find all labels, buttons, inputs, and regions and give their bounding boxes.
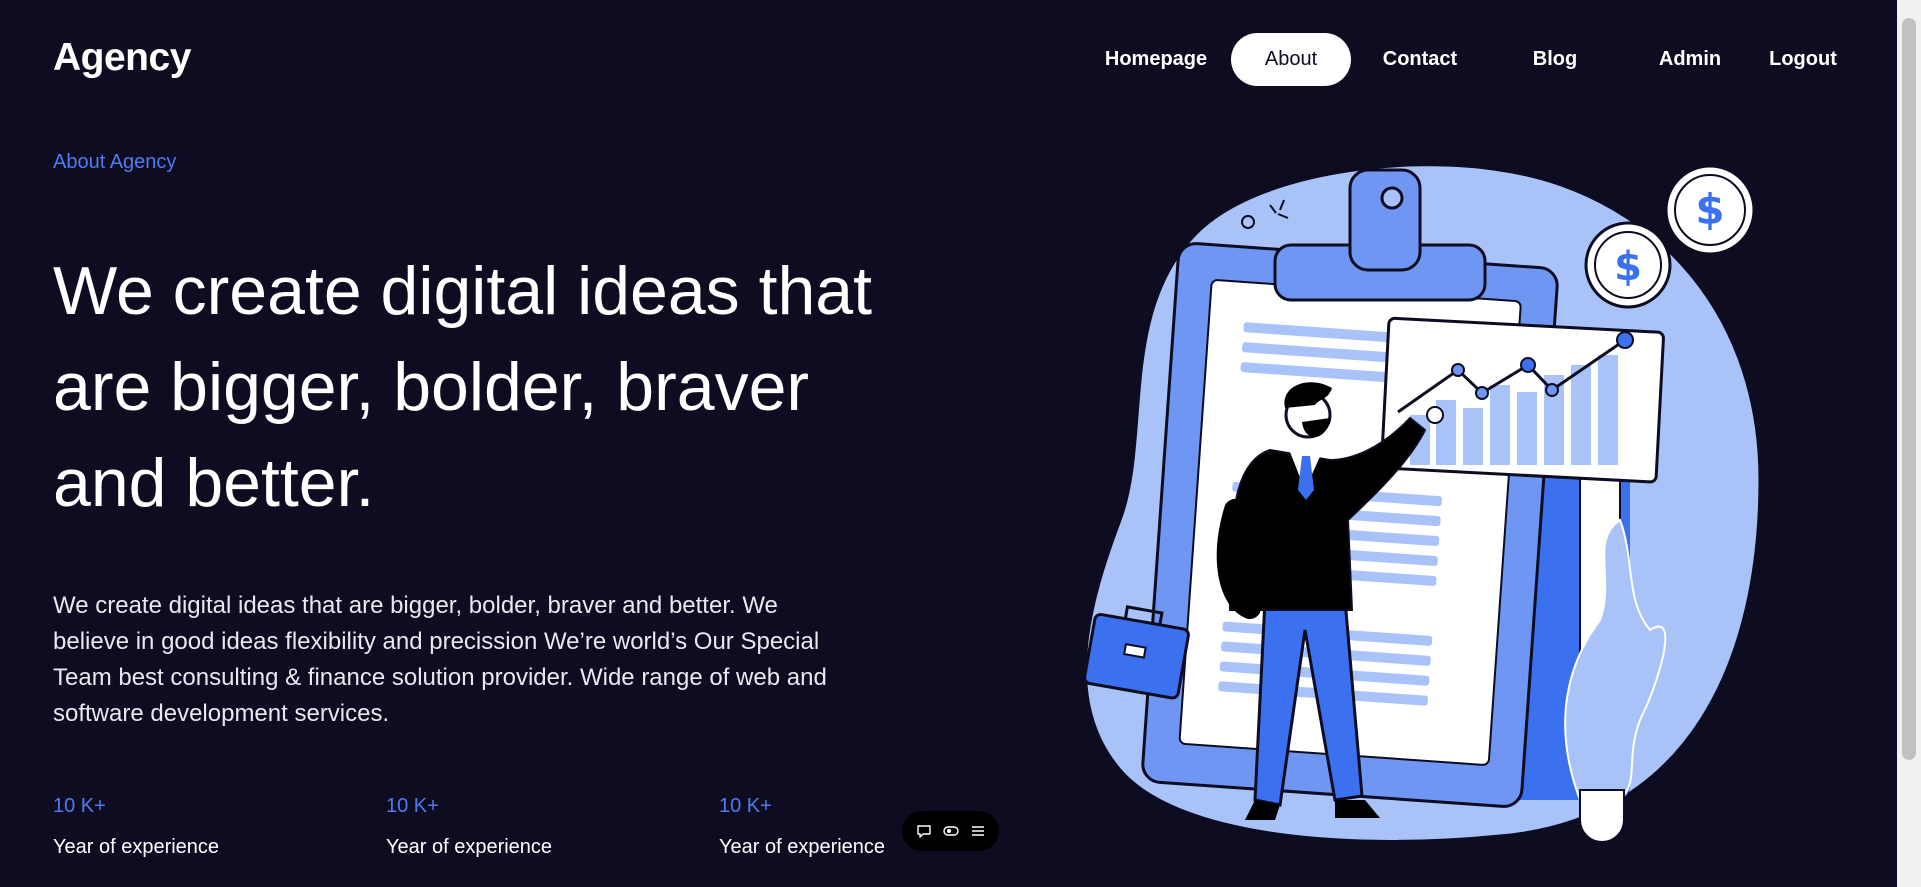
headline-line: and better. <box>53 445 375 521</box>
nav-contact[interactable]: Contact <box>1376 33 1464 86</box>
dollar-icon: $ <box>1695 185 1724 234</box>
headline-line: are bigger, bolder, braver <box>53 349 810 425</box>
nav-blog[interactable]: Blog <box>1520 33 1590 86</box>
nav-about[interactable]: About <box>1231 33 1351 86</box>
hero-description: We create digital ideas that are bigger,… <box>53 588 883 732</box>
dollar-icon: $ <box>1614 244 1642 290</box>
stat-label: Year of experience <box>386 836 553 858</box>
scrollbar-thumb[interactable] <box>1902 18 1916 760</box>
eye-toggle-icon[interactable] <box>940 820 962 842</box>
nav-homepage[interactable]: Homepage <box>1100 33 1212 86</box>
stat-item: 10 K+ Year of experience <box>53 795 373 859</box>
floating-toolbar <box>902 811 999 851</box>
agency-logo[interactable]: Agency <box>53 36 191 80</box>
stat-value: 10 K+ <box>53 795 106 817</box>
clipboard-clip-hole <box>1380 186 1404 210</box>
section-eyebrow: About Agency <box>53 151 177 173</box>
hero-headline: We create digital ideas that are bigger,… <box>53 243 933 531</box>
page-scrollbar[interactable] <box>1897 0 1921 887</box>
description-line: We create digital ideas that are bigger,… <box>53 592 778 619</box>
plant-pot <box>1579 789 1625 843</box>
stat-value: 10 K+ <box>386 795 439 817</box>
description-line: believe in good ideas flexibility and pr… <box>53 628 820 655</box>
description-line: software development services. <box>53 700 390 727</box>
clipboard-clip-top <box>1348 168 1422 272</box>
menu-icon[interactable] <box>967 820 989 842</box>
hero-illustration: $ $ <box>1083 163 1762 843</box>
comment-icon[interactable] <box>913 820 935 842</box>
nav-logout[interactable]: Logout <box>1767 33 1839 86</box>
nav-admin[interactable]: Admin <box>1650 33 1730 86</box>
stat-label: Year of experience <box>53 836 220 858</box>
description-line: Team best consulting & finance solution … <box>53 664 827 691</box>
headline-line: We create digital ideas that <box>53 253 872 329</box>
person-hand <box>1426 406 1444 424</box>
stat-item: 10 K+ Year of experience <box>386 795 706 859</box>
